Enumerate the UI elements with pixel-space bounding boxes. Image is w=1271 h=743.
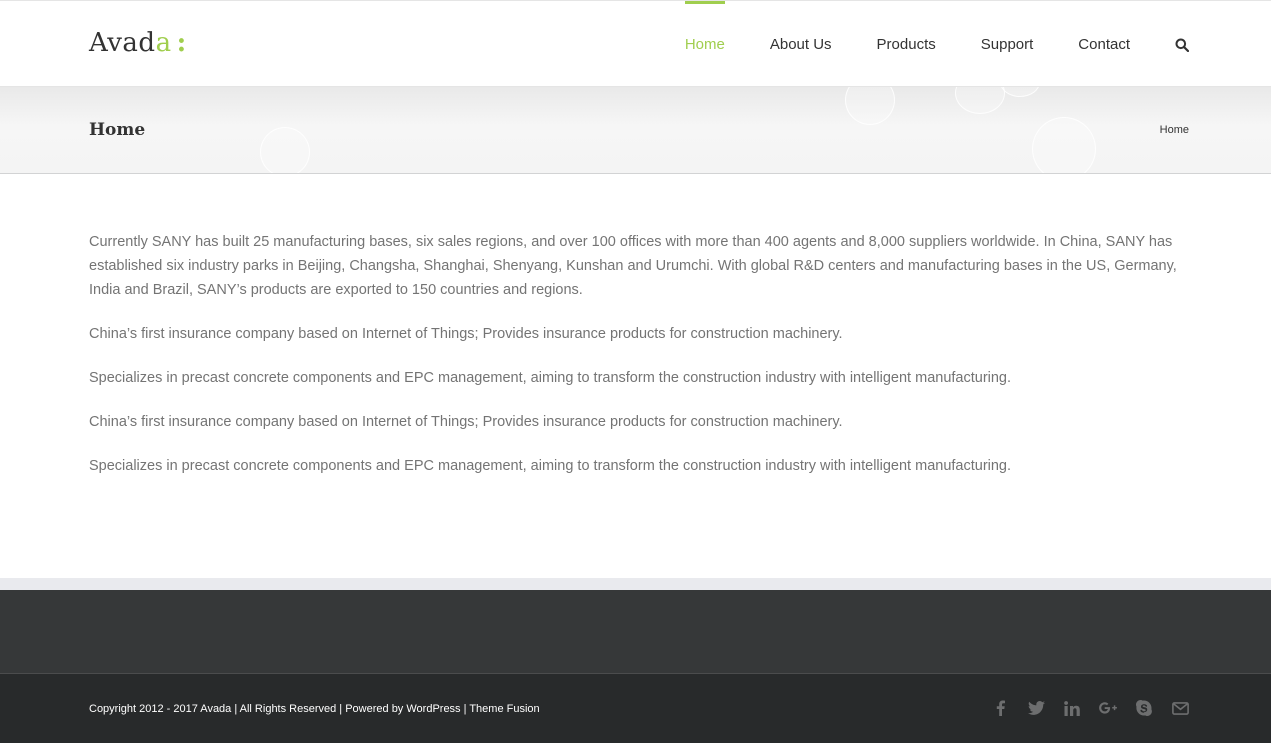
twitter-icon[interactable]	[1027, 699, 1045, 717]
main-nav: Home About Us Products Support Contact	[640, 1, 1189, 88]
breadcrumb[interactable]: Home	[1160, 124, 1189, 136]
google-plus-icon[interactable]	[1099, 699, 1117, 717]
page-title-bar: Home Home	[0, 87, 1271, 174]
site-logo[interactable]: Avada:	[89, 26, 187, 60]
footer-separator	[0, 578, 1271, 590]
decorative-bubble	[1032, 117, 1096, 173]
email-icon[interactable]	[1171, 699, 1189, 717]
content-paragraph: China’s first insurance company based on…	[89, 414, 843, 430]
decorative-bubble	[955, 87, 1005, 114]
nav-item-about-us[interactable]: About Us	[770, 1, 832, 88]
footer-widgets-area	[0, 590, 1271, 674]
main-content: Currently SANY has built 25 manufacturin…	[89, 230, 1189, 498]
footer-copyright-bar: Copyright 2012 - 2017 Avada | All Rights…	[0, 674, 1271, 743]
decorative-bubble	[845, 87, 895, 125]
nav-item-home[interactable]: Home	[684, 1, 725, 88]
decorative-bubble	[260, 127, 310, 173]
content-paragraph: Specializes in precast concrete componen…	[89, 370, 1012, 386]
nav-item-contact[interactable]: Contact	[1078, 1, 1130, 88]
facebook-icon[interactable]	[991, 699, 1009, 717]
page-title: Home	[89, 120, 146, 140]
content-paragraph: Currently SANY has built 25 manufacturin…	[89, 234, 1177, 298]
search-icon[interactable]	[1175, 1, 1189, 88]
content-paragraph: Specializes in precast concrete componen…	[89, 458, 1012, 474]
linkedin-icon[interactable]	[1063, 699, 1081, 717]
copyright-text: Copyright 2012 - 2017 Avada | All Rights…	[89, 703, 540, 715]
social-links	[973, 699, 1189, 717]
decorative-bubble	[1000, 87, 1040, 97]
nav-item-products[interactable]: Products	[877, 1, 936, 88]
skype-icon[interactable]	[1135, 699, 1153, 717]
content-paragraph: China’s first insurance company based on…	[89, 326, 843, 342]
site-header: Avada: Home About Us Products Support Co…	[0, 0, 1271, 87]
nav-item-support[interactable]: Support	[981, 1, 1034, 88]
